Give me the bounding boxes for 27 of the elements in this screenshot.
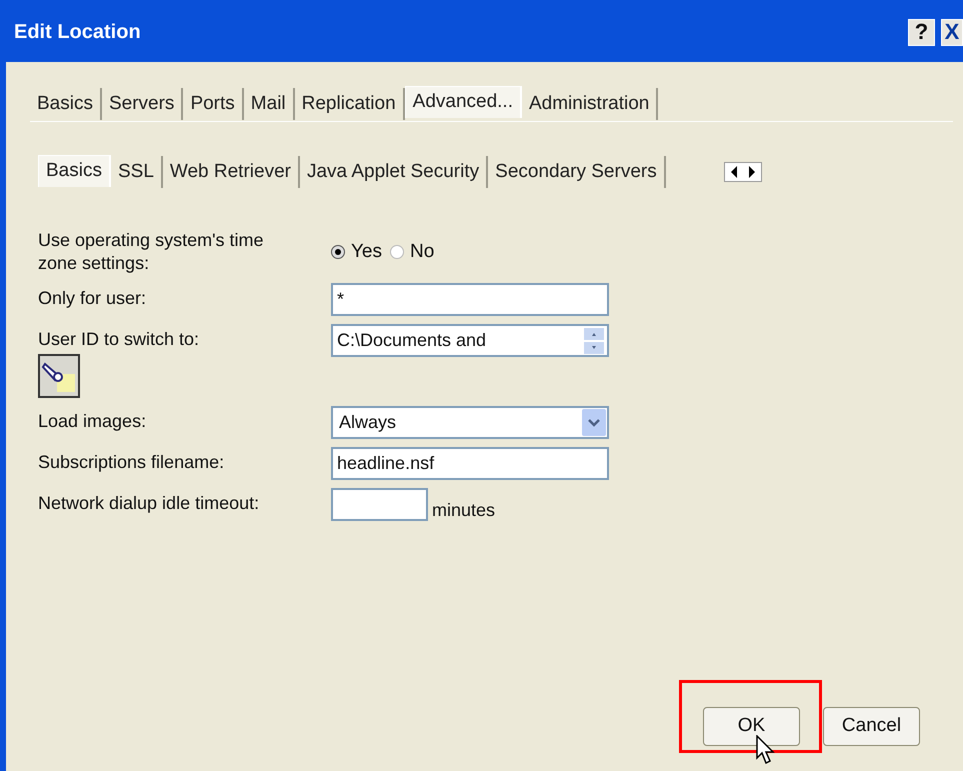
dialog-button[interactable]: OK: [703, 707, 800, 746]
text-field[interactable]: headline.nsf: [331, 447, 609, 480]
window-title: Edit Location: [14, 20, 141, 45]
field-label: Subscriptions filename:: [38, 451, 226, 474]
field-label: Network dialup idle timeout:: [38, 492, 260, 515]
radio-label: No: [410, 240, 434, 264]
radio-button[interactable]: [390, 245, 404, 259]
field-label: Use operating system's time zone settings:: [38, 229, 265, 275]
chevron-down-icon: [582, 409, 606, 436]
radio-button[interactable]: [331, 245, 345, 259]
field-label: Load images:: [38, 410, 148, 433]
scroll-arrows-icon[interactable]: [724, 162, 762, 182]
field-label: Only for user:: [38, 287, 148, 310]
dropdown[interactable]: Always: [331, 406, 609, 439]
text-field[interactable]: [331, 488, 428, 521]
text-field[interactable]: C:\Documents and: [331, 324, 609, 357]
dialog-button[interactable]: Cancel: [823, 707, 920, 746]
field-label: User ID to switch to:: [38, 328, 200, 351]
tab[interactable]: Basics: [38, 155, 111, 187]
unit-label: minutes: [432, 499, 496, 522]
browse-button[interactable]: [38, 354, 80, 398]
radio-label: Yes: [351, 240, 382, 264]
close-button[interactable]: X: [941, 18, 963, 46]
tab[interactable]: Advanced...: [404, 86, 522, 118]
mouse-pointer-icon: [756, 735, 776, 767]
text-field[interactable]: *: [331, 283, 609, 316]
help-button[interactable]: ?: [908, 18, 935, 46]
